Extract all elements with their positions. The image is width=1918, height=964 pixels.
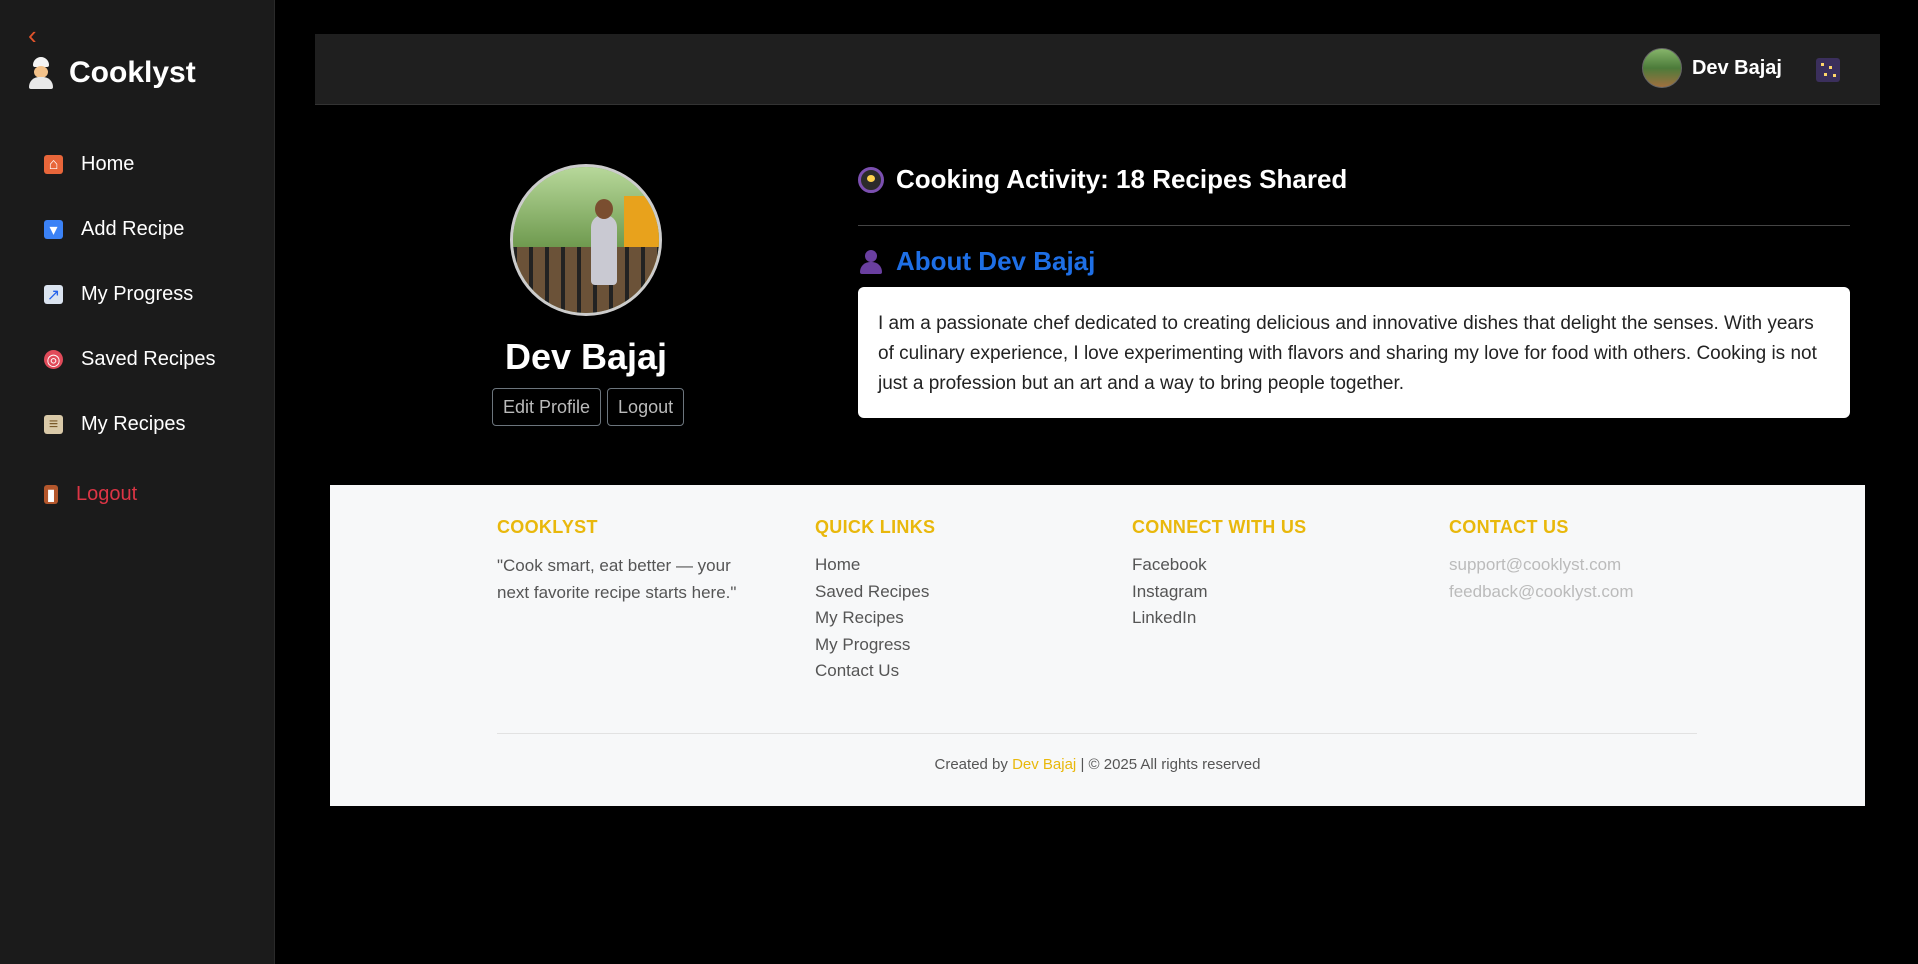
door-icon: ▮: [44, 485, 58, 504]
chevron-left-icon[interactable]: ‹: [28, 22, 37, 48]
footer-quick-links-title: QUICK LINKS: [815, 517, 936, 537]
avatar: [1641, 48, 1682, 88]
footer-link-saved-recipes[interactable]: Saved Recipes: [815, 579, 935, 606]
profile-name: Dev Bajaj: [504, 336, 668, 377]
footer-contact-title: CONTACT US: [1449, 517, 1569, 537]
footer-link-linkedin[interactable]: LinkedIn: [1132, 605, 1307, 632]
inbox-icon: ▾: [44, 220, 63, 239]
brand[interactable]: Cooklyst: [27, 56, 196, 90]
profile-picture: [510, 164, 662, 316]
sidebar-item-home[interactable]: ⌂ Home: [0, 132, 275, 197]
feedback-email-link[interactable]: feedback@cooklyst.com: [1449, 579, 1634, 606]
logout-button[interactable]: Logout: [607, 388, 685, 426]
credit-author-link[interactable]: Dev Bajaj: [1012, 756, 1076, 773]
activity-text: Cooking Activity: 18 Recipes Shared: [896, 164, 1348, 194]
frying-pan-icon: [858, 166, 884, 193]
profile-actions: Edit Profile Logout: [492, 388, 685, 426]
about-title: About Dev Bajaj: [896, 246, 1096, 276]
sidebar-item-label: Logout: [76, 483, 138, 505]
support-email-link[interactable]: support@cooklyst.com: [1449, 552, 1634, 579]
footer-quick-links: QUICK LINKS Home Saved Recipes My Recipe…: [815, 517, 935, 685]
footer-link-home[interactable]: Home: [815, 552, 935, 579]
footer-link-my-recipes[interactable]: My Recipes: [815, 605, 935, 632]
footer-link-facebook[interactable]: Facebook: [1132, 552, 1307, 579]
target-icon: ◎: [44, 350, 63, 369]
footer: COOKLYST "Cook smart, eat better — your …: [330, 485, 1865, 806]
sidebar-item-my-progress[interactable]: ↗ My Progress: [0, 262, 275, 327]
footer-brand-column: COOKLYST "Cook smart, eat better — your …: [497, 517, 757, 606]
house-icon: ⌂: [44, 155, 63, 174]
sidebar-item-logout[interactable]: ▮ Logout: [0, 462, 275, 527]
credit-prefix: Created by: [934, 756, 1008, 773]
footer-link-my-progress[interactable]: My Progress: [815, 632, 935, 659]
sidebar-item-label: Home: [81, 153, 135, 175]
sidebar-item-label: Saved Recipes: [81, 348, 216, 370]
footer-connect: CONNECT WITH US Facebook Instagram Linke…: [1132, 517, 1307, 632]
about-heading: About Dev Bajaj: [858, 246, 1095, 277]
footer-credit: Created by Dev Bajaj | © 2025 All rights…: [330, 756, 1865, 773]
sidebar-item-label: Add Recipe: [81, 218, 185, 240]
user-name: Dev Bajaj: [1691, 56, 1782, 79]
credit-suffix: | © 2025 All rights reserved: [1080, 756, 1261, 773]
clipboard-icon: ≡: [44, 415, 63, 434]
edit-profile-button[interactable]: Edit Profile: [492, 388, 602, 426]
divider: [858, 225, 1850, 226]
cooking-activity: Cooking Activity: 18 Recipes Shared: [858, 164, 1347, 195]
about-text: I am a passionate chef dedicated to crea…: [858, 287, 1850, 418]
top-bar: Dev Bajaj: [315, 34, 1880, 105]
sidebar-item-label: My Recipes: [81, 413, 186, 435]
footer-contact: CONTACT US support@cooklyst.com feedback…: [1449, 517, 1634, 605]
footer-brand-title: COOKLYST: [497, 517, 598, 537]
user-menu[interactable]: Dev Bajaj: [1641, 48, 1782, 88]
sidebar: ‹ Cooklyst ⌂ Home ▾ Add Recipe ↗ My Prog…: [0, 0, 275, 964]
footer-link-contact-us[interactable]: Contact Us: [815, 658, 935, 685]
user-silhouette-icon: [858, 249, 884, 275]
footer-link-instagram[interactable]: Instagram: [1132, 579, 1307, 606]
footer-tagline: "Cook smart, eat better — your next favo…: [497, 556, 737, 602]
sidebar-nav: ⌂ Home ▾ Add Recipe ↗ My Progress ◎ Save…: [0, 132, 275, 457]
sidebar-item-saved-recipes[interactable]: ◎ Saved Recipes: [0, 327, 275, 392]
sidebar-item-my-recipes[interactable]: ≡ My Recipes: [0, 392, 275, 457]
sidebar-item-label: My Progress: [81, 283, 194, 305]
night-theme-icon[interactable]: [1816, 58, 1840, 82]
footer-divider: [497, 733, 1697, 734]
app-name: Cooklyst: [69, 56, 196, 89]
chart-up-icon: ↗: [44, 285, 63, 304]
sidebar-item-add-recipe[interactable]: ▾ Add Recipe: [0, 197, 275, 262]
chef-icon: [27, 57, 55, 89]
footer-connect-title: CONNECT WITH US: [1132, 517, 1307, 537]
